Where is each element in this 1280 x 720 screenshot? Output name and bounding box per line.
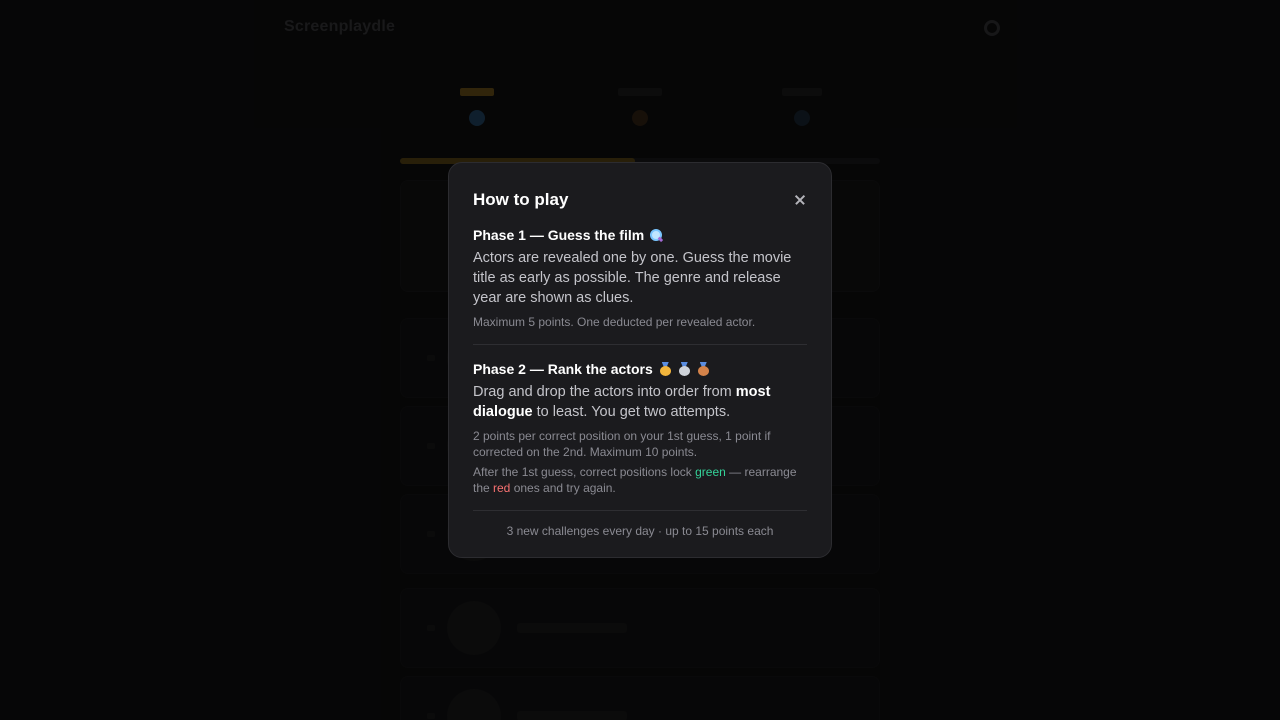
bronze-medal-icon: [697, 362, 710, 376]
magnifier-icon: [650, 228, 663, 242]
phase-1-note: Maximum 5 points. One deducted per revea…: [473, 315, 756, 329]
modal-footer: 3 new challenges every day · up to 15 po…: [506, 524, 774, 538]
how-to-play-modal: How to play Phase 1 — Guess the film Act…: [448, 162, 832, 558]
modal-title: How to play: [473, 190, 569, 209]
close-icon[interactable]: [791, 191, 809, 209]
phase-1-description: Actors are revealed one by one. Guess th…: [473, 250, 792, 306]
phase-2-section: Phase 2 — Rank the actors Drag and drop …: [473, 359, 807, 511]
phase-2-scoring-note: 2 points per correct position on your 1s…: [473, 429, 771, 459]
red-label: red: [493, 481, 511, 495]
phase-1-heading: Phase 1 — Guess the film: [473, 225, 807, 245]
green-label: green: [695, 465, 726, 479]
phase-2-heading: Phase 2 — Rank the actors: [473, 359, 807, 379]
page: Screenplaydle How to play Phase 1 — Gues…: [0, 0, 1280, 720]
phase-2-description: Drag and drop the actors into order from…: [473, 384, 771, 420]
silver-medal-icon: [678, 362, 691, 376]
phase-2-lock-note: After the 1st guess, correct positions l…: [473, 465, 797, 495]
phase-1-section: Phase 1 — Guess the film Actors are reve…: [473, 225, 807, 345]
gold-medal-icon: [659, 362, 672, 376]
